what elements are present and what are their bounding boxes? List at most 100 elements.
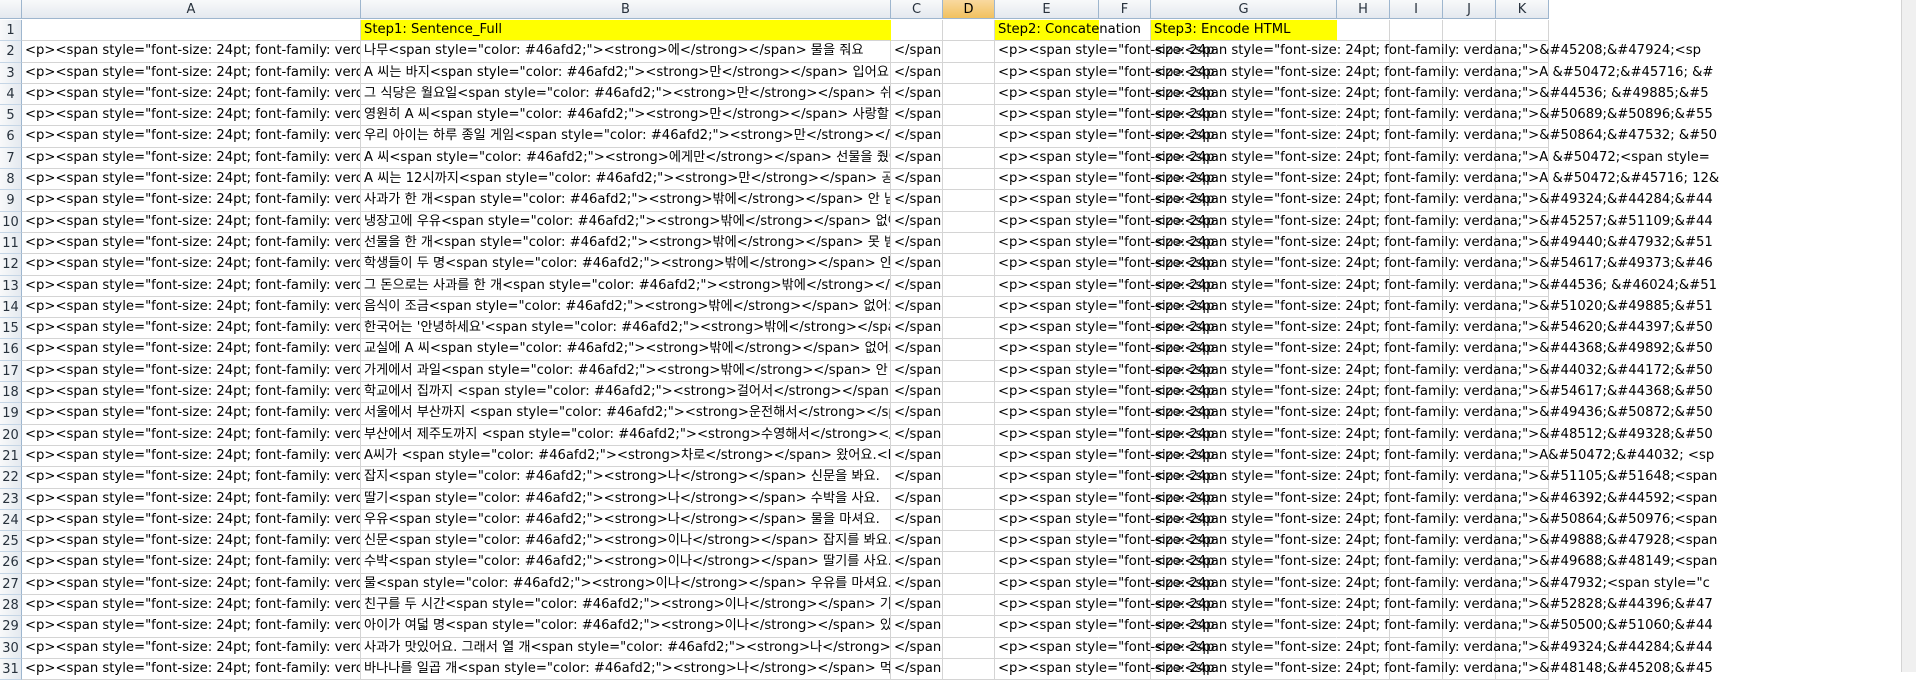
cell-g16[interactable]: <p><span style="font-size: 24pt; font-fa… [1151, 339, 1713, 361]
cell-g26[interactable]: <p><span style="font-size: 24pt; font-fa… [1151, 552, 1717, 574]
column-header-g[interactable]: G [1151, 0, 1337, 19]
row-header[interactable]: 1 [0, 20, 22, 42]
cell-b13[interactable]: 그 돈으로는 사과를 한 개<span style="color: #46afd… [361, 275, 891, 297]
cell-c6[interactable]: </span> [891, 126, 943, 148]
cell-d10[interactable] [943, 211, 995, 233]
cell-c20[interactable]: </span> [891, 424, 943, 446]
cell-a1[interactable] [22, 20, 361, 42]
cell-a2[interactable]: <p><span style="font-size: 24pt; font-fa… [22, 41, 361, 63]
cell-g6[interactable]: <p><span style="font-size: 24pt; font-fa… [1151, 126, 1717, 148]
cell-e16[interactable]: <p><span style="font-size: 24p [995, 339, 1215, 361]
cell-e24[interactable]: <p><span style="font-size: 24p [995, 510, 1215, 532]
cell-c10[interactable]: </span> [891, 211, 943, 233]
cell-b15[interactable]: 한국어는 '안녕하세요'<span style="color: #46afd2;… [361, 318, 891, 340]
cell-a11[interactable]: <p><span style="font-size: 24pt; font-fa… [22, 232, 361, 255]
row-header[interactable]: 8 [0, 169, 22, 191]
cell-d29[interactable] [943, 616, 995, 638]
cell-a23[interactable]: <p><span style="font-size: 24pt; font-fa… [22, 488, 361, 510]
row-header[interactable]: 31 [0, 658, 22, 680]
column-header-i[interactable]: I [1390, 0, 1443, 19]
cell-b11[interactable]: 선물을 한 개<span style="color: #46afd2;"><st… [361, 232, 891, 255]
cell-d22[interactable] [943, 467, 995, 489]
row-header[interactable]: 12 [0, 254, 22, 276]
cell-d15[interactable] [943, 318, 995, 340]
cell-a17[interactable]: <p><span style="font-size: 24pt; font-fa… [22, 360, 361, 383]
cell-g10[interactable]: <p><span style="font-size: 24pt; font-fa… [1151, 212, 1713, 233]
cell-c28[interactable]: </span> [891, 595, 943, 617]
column-header-f[interactable]: F [1099, 0, 1151, 19]
cell-b14[interactable]: 음식이 조금<span style="color: #46afd2;"><str… [361, 296, 891, 319]
cell-d21[interactable] [943, 445, 995, 468]
cell-d1[interactable] [943, 20, 995, 42]
cell-c5[interactable]: </span> [891, 105, 943, 127]
cell-a10[interactable]: <p><span style="font-size: 24pt; font-fa… [22, 211, 361, 233]
row-header[interactable]: 9 [0, 190, 22, 212]
cell-e29[interactable]: <p><span style="font-size: 24p [995, 616, 1215, 638]
cell-c29[interactable]: </span> [891, 616, 943, 638]
column-header-c[interactable]: C [891, 0, 943, 19]
cell-e21[interactable]: <p><span style="font-size: 24p [995, 446, 1215, 468]
cell-g8[interactable]: <p><span style="font-size: 24pt; font-fa… [1151, 169, 1719, 191]
cell-b3[interactable]: A 씨는 바지<span style="color: #46afd2;"><st… [361, 62, 891, 84]
cell-a13[interactable]: <p><span style="font-size: 24pt; font-fa… [22, 275, 361, 297]
cell-a9[interactable]: <p><span style="font-size: 24pt; font-fa… [22, 190, 361, 212]
cell-a20[interactable]: <p><span style="font-size: 24pt; font-fa… [22, 424, 361, 446]
cell-d28[interactable] [943, 595, 995, 617]
cell-e10[interactable]: <p><span style="font-size: 24p [995, 212, 1215, 233]
cell-g17[interactable]: <p><span style="font-size: 24pt; font-fa… [1151, 361, 1713, 383]
cell-e6[interactable]: <p><span style="font-size: 24p [995, 126, 1215, 148]
cell-b12[interactable]: 학생들이 두 명<span style="color: #46afd2;"><s… [361, 254, 891, 276]
cell-g14[interactable]: <p><span style="font-size: 24pt; font-fa… [1151, 297, 1713, 319]
cell-e1[interactable]: Step2: Concatenation [995, 20, 1141, 42]
cell-a29[interactable]: <p><span style="font-size: 24pt; font-fa… [22, 616, 361, 638]
cell-b24[interactable]: 우유<span style="color: #46afd2;"><strong>… [361, 509, 891, 532]
cell-g21[interactable]: <p><span style="font-size: 24pt; font-fa… [1151, 446, 1714, 468]
cell-g9[interactable]: <p><span style="font-size: 24pt; font-fa… [1151, 190, 1713, 212]
cell-a18[interactable]: <p><span style="font-size: 24pt; font-fa… [22, 382, 361, 404]
cell-c12[interactable]: </span> [891, 254, 943, 276]
column-header-d[interactable]: D [943, 0, 995, 19]
cell-a8[interactable]: <p><span style="font-size: 24pt; font-fa… [22, 169, 361, 191]
cell-c23[interactable]: </span> [891, 488, 943, 510]
cell-c24[interactable]: </span> [891, 509, 943, 532]
cell-a7[interactable]: <p><span style="font-size: 24pt; font-fa… [22, 147, 361, 170]
cell-b7[interactable]: A 씨<span style="color: #46afd2;"><strong… [361, 147, 891, 170]
cell-d5[interactable] [943, 105, 995, 127]
cell-b27[interactable]: 물<span style="color: #46afd2;"><strong>이… [361, 573, 891, 596]
cell-c19[interactable]: </span> [891, 403, 943, 425]
cell-e27[interactable]: <p><span style="font-size: 24p [995, 574, 1215, 596]
cell-e9[interactable]: <p><span style="font-size: 24p [995, 190, 1215, 212]
cell-e3[interactable]: <p><span style="font-size: 24p [995, 63, 1215, 84]
row-header[interactable]: 13 [0, 275, 22, 297]
cell-c14[interactable]: </span> [891, 296, 943, 319]
row-header[interactable]: 14 [0, 296, 22, 319]
cell-b10[interactable]: 냉장고에 우유<span style="color: #46afd2;"><st… [361, 211, 891, 233]
cell-g22[interactable]: <p><span style="font-size: 24pt; font-fa… [1151, 467, 1717, 489]
row-header[interactable]: 16 [0, 339, 22, 361]
row-header[interactable]: 30 [0, 637, 22, 659]
column-header-b[interactable]: B [361, 0, 891, 19]
cell-b9[interactable]: 사과가 한 개<span style="color: #46afd2;"><st… [361, 190, 891, 212]
column-header-h[interactable]: H [1337, 0, 1390, 19]
cell-c4[interactable]: </span> [891, 83, 943, 106]
cell-b4[interactable]: 그 식당은 월요일<span style="color: #46afd2;"><… [361, 83, 891, 106]
cell-e8[interactable]: <p><span style="font-size: 24p [995, 169, 1215, 191]
row-header[interactable]: 22 [0, 467, 22, 489]
column-header-k[interactable]: K [1496, 0, 1549, 19]
row-header[interactable]: 10 [0, 211, 22, 233]
cell-b6[interactable]: 우리 아이는 하루 종일 게임<span style="color: #46af… [361, 126, 891, 148]
cell-e26[interactable]: <p><span style="font-size: 24p [995, 552, 1215, 574]
cell-g5[interactable]: <p><span style="font-size: 24pt; font-fa… [1151, 105, 1713, 127]
cell-g3[interactable]: <p><span style="font-size: 24pt; font-fa… [1151, 63, 1713, 84]
cell-d27[interactable] [943, 573, 995, 596]
row-header[interactable]: 15 [0, 318, 22, 340]
cell-g18[interactable]: <p><span style="font-size: 24pt; font-fa… [1151, 382, 1713, 404]
cell-e20[interactable]: <p><span style="font-size: 24p [995, 425, 1215, 446]
cell-c2[interactable]: </span> [891, 41, 943, 63]
cell-c15[interactable]: </span> [891, 318, 943, 340]
cell-a3[interactable]: <p><span style="font-size: 24pt; font-fa… [22, 62, 361, 84]
cell-g4[interactable]: <p><span style="font-size: 24pt; font-fa… [1151, 84, 1709, 106]
cell-b18[interactable]: 학교에서 집까지 <span style="color: #46afd2;"><… [361, 382, 891, 404]
cell-e11[interactable]: <p><span style="font-size: 24p [995, 233, 1215, 255]
cell-c21[interactable]: </span> [891, 445, 943, 468]
